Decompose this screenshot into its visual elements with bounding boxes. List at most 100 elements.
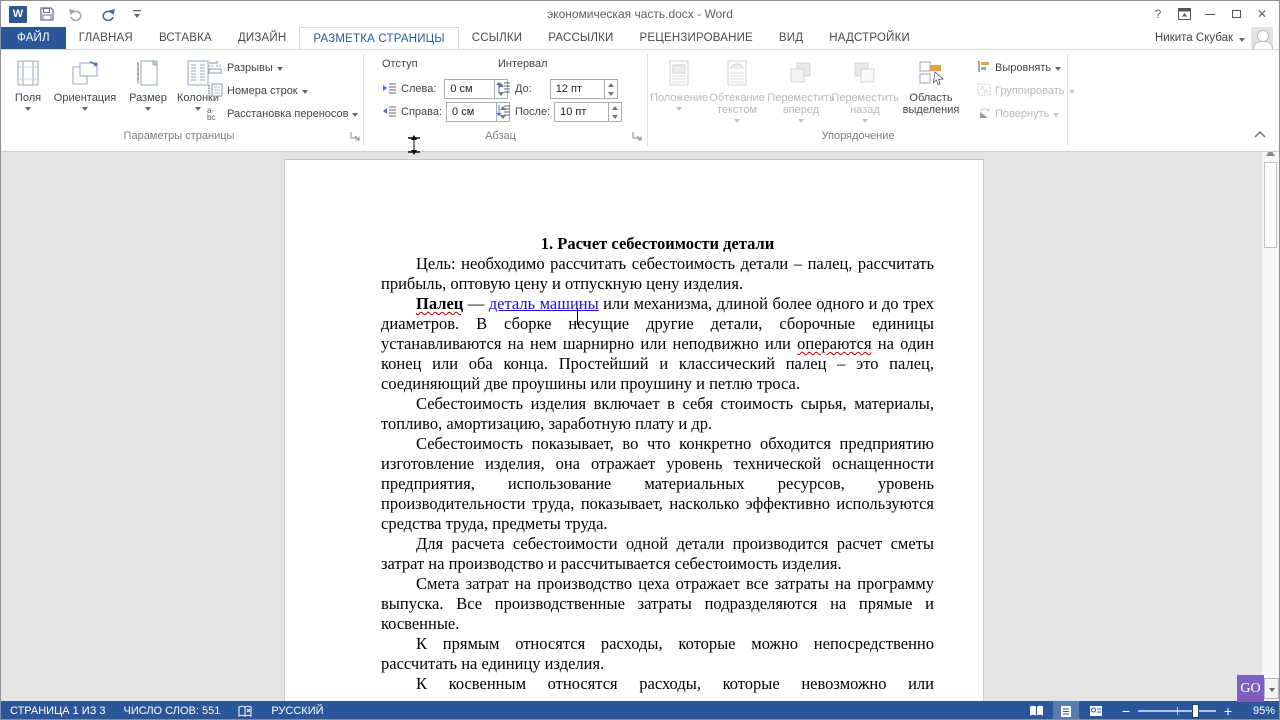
size-dropdown-icon [145,107,151,111]
indent-right-icon [382,105,397,120]
go-overlay-dropdown[interactable] [1264,678,1279,699]
ribbon: Поля Ориентация Размер Колонки [1,49,1279,152]
user-account[interactable]: Никита Скубак [1155,27,1273,49]
spacing-after-field[interactable]: 10 пт [554,102,622,122]
align-button[interactable]: Выровнять [977,59,1061,77]
print-layout-icon[interactable] [1053,701,1079,720]
spacing-header: Интервал [498,58,547,70]
hyphenation-button[interactable]: a- bc Расстановка переносов [207,105,358,123]
rotate-dropdown-icon [1053,113,1059,117]
quick-access-toolbar: W [1,5,147,23]
position-icon [668,57,690,89]
page-setup-dialog-launcher[interactable] [350,131,361,142]
zoom-in-icon[interactable]: + [1223,706,1233,716]
spacing-before-field[interactable]: 12 пт [550,79,618,99]
size-button[interactable]: Размер [125,55,171,129]
tab-mailings[interactable]: РАССЫЛКИ [535,27,626,49]
tab-view[interactable]: ВИД [766,27,816,49]
go-overlay-badge[interactable]: GO [1237,675,1264,702]
wrap-text-dropdown-icon [734,119,740,123]
breaks-button[interactable]: Разрывы [207,59,283,77]
indent-right-label: Справа: [401,106,442,118]
ribbon-display-options-button[interactable] [1171,3,1197,25]
web-layout-icon[interactable] [1083,701,1109,720]
paragraph-cost-includes: Себестоимость изделия включает в себя ст… [381,394,934,434]
document-page[interactable]: 1. Расчет себестоимости детали Цель: нео… [284,159,984,720]
page-text: 1. Расчет себестоимости детали Цель: нео… [285,160,983,694]
tab-insert[interactable]: ВСТАВКА [146,27,225,49]
zoom-percentage[interactable]: 95% [1241,705,1275,717]
group-label-page-setup: Параметры страницы [9,130,349,142]
line-numbers-dropdown-icon [302,90,308,94]
customize-qat-icon[interactable] [127,5,147,23]
word-logo-icon: W [9,6,27,23]
spacing-after-icon [496,104,511,120]
ribbon-tab-row: ФАЙЛ ГЛАВНАЯ ВСТАВКА ДИЗАЙН РАЗМЕТКА СТР… [1,27,1279,49]
redo-icon[interactable] [97,5,117,23]
paragraph-calc: Для расчета себестоимости одной детали п… [381,534,934,574]
zoom-out-icon[interactable]: − [1121,706,1131,716]
tab-home[interactable]: ГЛАВНАЯ [66,27,146,49]
tab-file[interactable]: ФАЙЛ [1,27,66,49]
proofing-icon[interactable] [229,701,262,720]
close-button[interactable]: ✕ [1249,3,1275,25]
help-button[interactable]: ? [1145,3,1171,25]
tab-references[interactable]: ССЫЛКИ [459,27,536,49]
window-title: экономическая часть.docx - Word [1,7,1279,21]
undo-icon[interactable] [67,5,87,23]
orientation-button[interactable]: Ориентация [49,55,121,129]
spacing-before-spinner[interactable] [604,80,617,98]
hyphenation-dropdown-icon [352,113,358,117]
group-label-arrange: Упорядочение [653,130,1063,142]
save-icon[interactable] [37,5,57,23]
wrap-text-button: Обтекание текстом [707,55,767,129]
tab-design[interactable]: ДИЗАЙН [225,27,299,49]
vertical-scrollbar[interactable] [1261,143,1279,701]
rotate-icon [977,106,991,122]
page-indicator[interactable]: СТРАНИЦА 1 ИЗ 3 [1,701,115,720]
collapse-ribbon-button[interactable] [1253,128,1269,142]
document-heading: 1. Расчет себестоимости детали [381,234,934,254]
restore-button[interactable] [1223,3,1249,25]
word-count[interactable]: ЧИСЛО СЛОВ: 551 [115,701,230,720]
status-bar-right: − + 95% [1023,701,1275,720]
avatar[interactable] [1251,27,1273,49]
zoom-thumb[interactable] [1192,704,1199,718]
send-backward-dropdown-icon [862,119,868,123]
selection-pane-button[interactable]: Область выделения [899,55,963,129]
paragraph-indirect: К косвенным относятся расходы, которые н… [381,674,934,694]
go-dropdown-icon [1269,688,1275,692]
align-icon [977,60,991,76]
bring-forward-icon [788,57,814,89]
paragraph-dialog-launcher[interactable] [632,131,643,142]
term-palec: Палец [416,294,463,313]
tab-addins[interactable]: НАДСТРОЙКИ [816,27,923,49]
minimize-button[interactable] [1197,3,1223,25]
tab-review[interactable]: РЕЦЕНЗИРОВАНИЕ [627,27,766,49]
indent-left-icon [382,82,397,97]
margins-icon [15,57,41,89]
hyperlink-detal-mashiny[interactable]: деталь машины [489,294,599,313]
selection-pane-icon [917,57,945,89]
read-mode-icon[interactable] [1023,701,1049,720]
status-bar: СТРАНИЦА 1 ИЗ 3 ЧИСЛО СЛОВ: 551 РУССКИЙ … [1,701,1279,720]
window-controls: ? ✕ [1145,1,1275,27]
scrollbar-thumb[interactable] [1264,162,1277,248]
breaks-dropdown-icon [277,67,283,71]
spacing-before-icon [496,81,511,97]
zoom-track[interactable] [1138,710,1216,712]
spacing-after-spinner[interactable] [608,103,621,121]
language-indicator[interactable]: РУССКИЙ [262,701,332,720]
group-button: Группировать [977,82,1075,100]
orientation-icon [70,57,100,89]
group-dropdown-icon [1069,90,1075,94]
line-numbers-button[interactable]: Номера строк [207,82,308,100]
margins-button[interactable]: Поля [9,55,47,129]
document-area: 1. Расчет себестоимости детали Цель: нео… [1,152,1279,701]
send-backward-button: Переместить назад [835,55,895,129]
tab-page-layout[interactable]: РАЗМЕТКА СТРАНИЦЫ [299,27,458,49]
paragraph-cost-shows: Себестоимость показывает, во что конкрет… [381,434,934,534]
zoom-slider[interactable]: − + [1121,706,1233,716]
position-dropdown-icon [676,107,682,111]
bring-forward-button: Переместить вперед [771,55,831,129]
